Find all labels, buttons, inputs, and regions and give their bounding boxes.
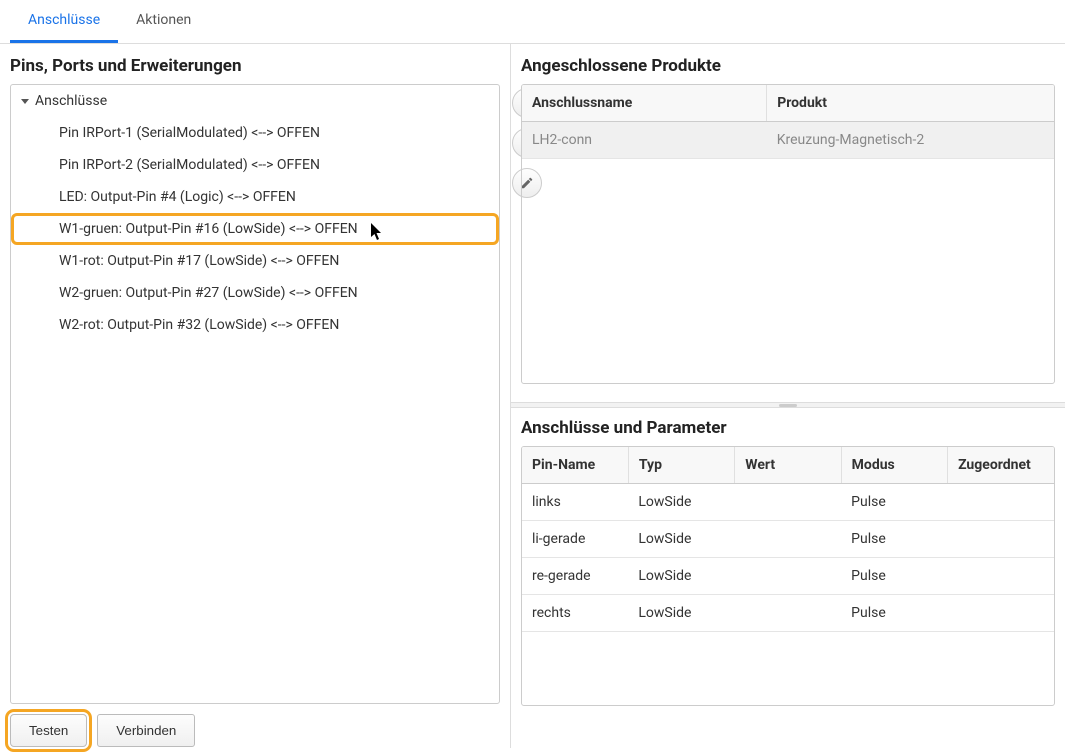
cell-modus: Pulse: [841, 484, 947, 521]
col-typ[interactable]: Typ: [628, 447, 734, 484]
col-produkt[interactable]: Produkt: [767, 85, 1054, 122]
cell-pin: rechts: [522, 595, 628, 632]
cell-name: LH2-conn: [522, 122, 767, 159]
tree-item-label: W2-gruen: Output-Pin #27 (LowSide) <--> …: [59, 285, 358, 301]
tab-aktionen[interactable]: Aktionen: [118, 0, 209, 43]
tab-bar: Anschlüsse Aktionen: [0, 0, 1065, 44]
tree-item-label: LED: Output-Pin #4 (Logic) <--> OFFEN: [59, 189, 296, 205]
tree-item[interactable]: LED: Output-Pin #4 (Logic) <--> OFFEN: [11, 181, 499, 213]
tree-item[interactable]: Pin IRPort-2 (SerialModulated) <--> OFFE…: [11, 149, 499, 181]
table-row[interactable]: linksLowSide Pulse: [522, 484, 1054, 521]
cell-typ: LowSide: [628, 558, 734, 595]
cell-pin: links: [522, 484, 628, 521]
tree-item[interactable]: Pin IRPort-1 (SerialModulated) <--> OFFE…: [11, 117, 499, 149]
cell-wert: [735, 521, 841, 558]
products-grid[interactable]: Anschlussname Produkt LH2-conn Kreuzung-…: [521, 84, 1055, 384]
cell-modus: Pulse: [841, 521, 947, 558]
caret-down-icon: [21, 99, 29, 104]
right-bottom-title: Anschlüsse und Parameter: [521, 418, 1055, 438]
cell-produkt: Kreuzung-Magnetisch-2: [767, 122, 1054, 159]
tree-item[interactable]: W2-rot: Output-Pin #32 (LowSide) <--> OF…: [11, 309, 499, 341]
verbinden-button[interactable]: Verbinden: [97, 714, 195, 747]
cell-zug: [948, 595, 1054, 632]
tree-node-root[interactable]: Anschlüsse: [11, 85, 499, 117]
col-anschlussname[interactable]: Anschlussname: [522, 85, 767, 122]
cell-pin: li-gerade: [522, 521, 628, 558]
col-pin[interactable]: Pin-Name: [522, 447, 628, 484]
tree-item-label: W1-gruen: Output-Pin #16 (LowSide) <--> …: [59, 221, 358, 237]
table-row[interactable]: LH2-conn Kreuzung-Magnetisch-2: [522, 122, 1054, 159]
table-row[interactable]: li-geradeLowSide Pulse: [522, 521, 1054, 558]
tree-root-label: Anschlüsse: [35, 93, 107, 109]
right-top-title: Angeschlossene Produkte: [521, 56, 1055, 76]
col-wert[interactable]: Wert: [735, 447, 841, 484]
params-grid[interactable]: Pin-Name Typ Wert Modus Zugeordnet links…: [521, 446, 1055, 706]
tree-item-label: Pin IRPort-2 (SerialModulated) <--> OFFE…: [59, 157, 320, 173]
tab-anschluesse[interactable]: Anschlüsse: [10, 0, 118, 43]
cell-wert: [735, 484, 841, 521]
horizontal-splitter[interactable]: [511, 402, 1065, 408]
cell-zug: [948, 484, 1054, 521]
left-panel-title: Pins, Ports und Erweiterungen: [10, 56, 500, 76]
cell-wert: [735, 558, 841, 595]
tree-item-selected[interactable]: W1-gruen: Output-Pin #16 (LowSide) <--> …: [11, 213, 499, 245]
cell-typ: LowSide: [628, 484, 734, 521]
cell-pin: re-gerade: [522, 558, 628, 595]
cell-modus: Pulse: [841, 595, 947, 632]
cell-typ: LowSide: [628, 521, 734, 558]
table-row[interactable]: rechtsLowSide Pulse: [522, 595, 1054, 632]
cell-typ: LowSide: [628, 595, 734, 632]
tree-item-label: Pin IRPort-1 (SerialModulated) <--> OFFE…: [59, 125, 320, 141]
col-zug[interactable]: Zugeordnet: [948, 447, 1054, 484]
tree-item-label: W1-rot: Output-Pin #17 (LowSide) <--> OF…: [59, 253, 339, 269]
cell-wert: [735, 595, 841, 632]
pin-tree[interactable]: Anschlüsse Pin IRPort-1 (SerialModulated…: [10, 84, 500, 704]
tree-item[interactable]: W1-rot: Output-Pin #17 (LowSide) <--> OF…: [11, 245, 499, 277]
cell-modus: Pulse: [841, 558, 947, 595]
cell-zug: [948, 558, 1054, 595]
tree-item-label: W2-rot: Output-Pin #32 (LowSide) <--> OF…: [59, 317, 339, 333]
tree-item[interactable]: W2-gruen: Output-Pin #27 (LowSide) <--> …: [11, 277, 499, 309]
cursor-icon: [371, 223, 385, 241]
col-modus[interactable]: Modus: [841, 447, 947, 484]
testen-button[interactable]: Testen: [10, 714, 87, 747]
table-row[interactable]: re-geradeLowSide Pulse: [522, 558, 1054, 595]
cell-zug: [948, 521, 1054, 558]
